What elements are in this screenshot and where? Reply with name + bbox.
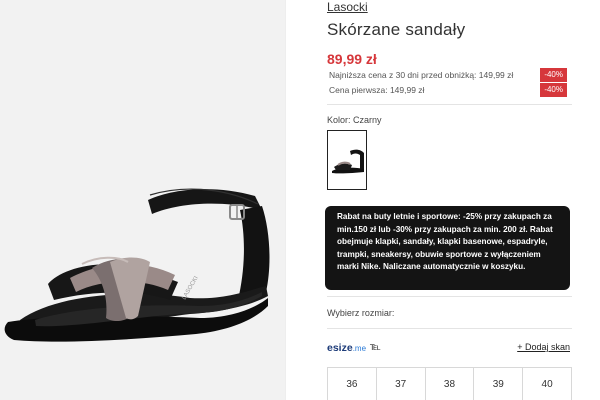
discount-badge: -40% [540, 68, 567, 82]
first-price-row: Cena pierwsza: 149,99 zł -40% [327, 83, 567, 97]
lowest-price-row: Najniższa cena z 30 dni przed obniżką: 1… [327, 68, 567, 82]
size-selector: 36 37 38 39 40 [327, 367, 572, 400]
size-option[interactable]: 39 [474, 368, 524, 400]
product-title: Skórzane sandały [327, 20, 466, 39]
esize-logo: esize.me [327, 342, 367, 354]
product-info-panel: Lasocki Skórzane sandały 89,99 zł Najniż… [325, 0, 572, 400]
current-price: 89,99 zł [327, 51, 377, 67]
swatch-thumbnail [332, 149, 364, 174]
product-image-sandal: LASOCKI [4, 188, 270, 342]
first-price-text: Cena pierwsza: 149,99 zł [329, 85, 425, 95]
lowest-price-text: Najniższa cena z 30 dni przed obniżką: 1… [329, 70, 514, 80]
size-option[interactable]: 38 [426, 368, 475, 400]
section-divider [327, 296, 572, 297]
sandal-brand-print: LASOCKI [182, 275, 200, 301]
promo-banner: Rabat na buty letnie i sportowe: -25% pr… [325, 206, 570, 290]
product-image-gallery[interactable]: LASOCKI [0, 0, 285, 400]
color-swatch-black[interactable] [327, 130, 367, 190]
section-divider [327, 104, 572, 105]
footprint-icon: ℡ [370, 342, 381, 353]
esize-row: esize.me ℡ + Dodaj skan [327, 342, 572, 356]
section-divider [327, 328, 572, 329]
size-option[interactable]: 37 [377, 368, 426, 400]
discount-badge: -40% [540, 83, 567, 97]
size-option[interactable]: 40 [523, 368, 571, 400]
brand-link[interactable]: Lasocki [327, 0, 368, 14]
gallery-divider [285, 0, 286, 400]
add-scan-link[interactable]: + Dodaj skan [517, 342, 570, 352]
size-option[interactable]: 36 [328, 368, 377, 400]
size-label: Wybierz rozmiar: [327, 308, 395, 318]
color-label: Kolor: Czarny [327, 115, 382, 125]
